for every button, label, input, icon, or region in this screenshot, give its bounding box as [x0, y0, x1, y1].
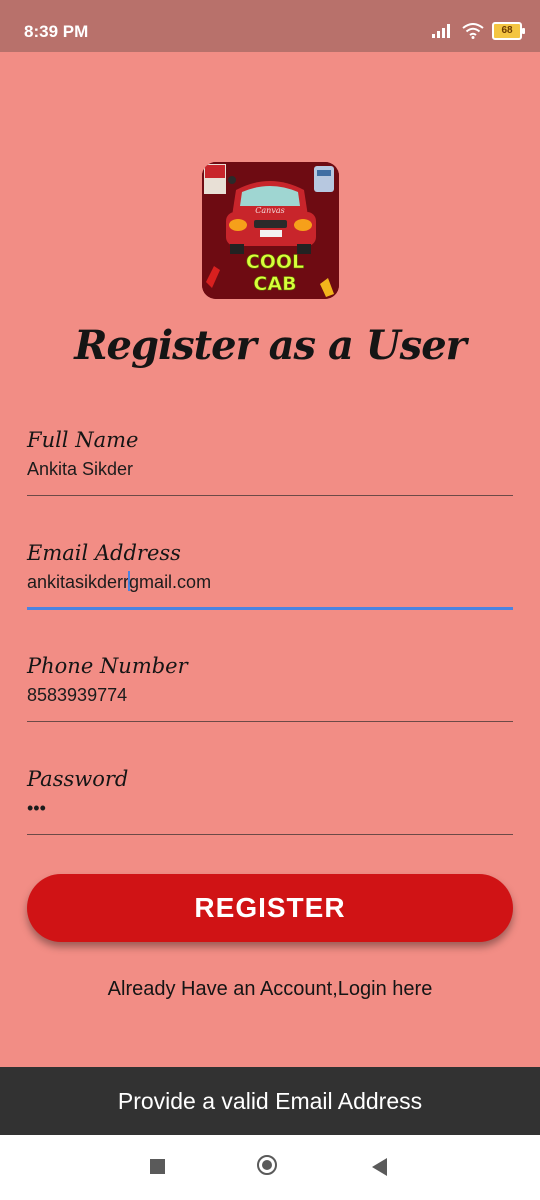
phone-field[interactable]: Phone Number 8583939774 [27, 651, 513, 722]
logo-text-line2: CAB [253, 273, 296, 295]
email-input[interactable]: ankitasikderrgmail.com [27, 569, 513, 595]
password-label: Password [27, 767, 129, 791]
signal-icon [432, 24, 450, 38]
full-name-underline [27, 495, 513, 496]
full-name-field[interactable]: Full Name Ankita Sikder [27, 425, 513, 496]
password-underline [27, 834, 513, 835]
password-field[interactable]: Password ••• [27, 764, 513, 835]
password-input[interactable]: ••• [27, 795, 513, 821]
register-button[interactable]: REGISTER [27, 874, 513, 942]
status-bar: 8:39 PM 68 [0, 0, 540, 52]
status-time: 8:39 PM [24, 22, 89, 41]
navigation-bar [0, 1135, 540, 1200]
login-link[interactable]: Already Have an Account,Login here [0, 978, 540, 1001]
phone-underline [27, 721, 513, 722]
error-snackbar: Provide a valid Email Address [0, 1067, 540, 1135]
home-icon[interactable] [257, 1155, 277, 1175]
email-field[interactable]: Email Address ankitasikderrgmail.com [27, 538, 513, 610]
page-title: Register as a User [74, 322, 466, 369]
full-name-label: Full Name [27, 428, 139, 452]
logo-text-line1: COOL [246, 251, 304, 273]
email-text-after-caret: gmail.com [129, 572, 212, 592]
app-logo: Canvas COOL CAB [202, 162, 339, 299]
email-label: Email Address [27, 541, 181, 565]
logo-plate-text: Canvas [255, 206, 284, 215]
battery-icon: 68 [492, 22, 525, 40]
phone-label: Phone Number [27, 654, 188, 678]
email-text-before-caret: ankitasikderr [27, 572, 130, 592]
email-underline-focused [27, 607, 513, 610]
phone-input[interactable]: 8583939774 [27, 682, 513, 708]
recents-icon[interactable] [150, 1159, 165, 1174]
wifi-icon [462, 23, 484, 39]
back-icon[interactable] [372, 1158, 387, 1176]
status-icons: 68 [432, 20, 525, 42]
full-name-input[interactable]: Ankita Sikder [27, 456, 513, 482]
